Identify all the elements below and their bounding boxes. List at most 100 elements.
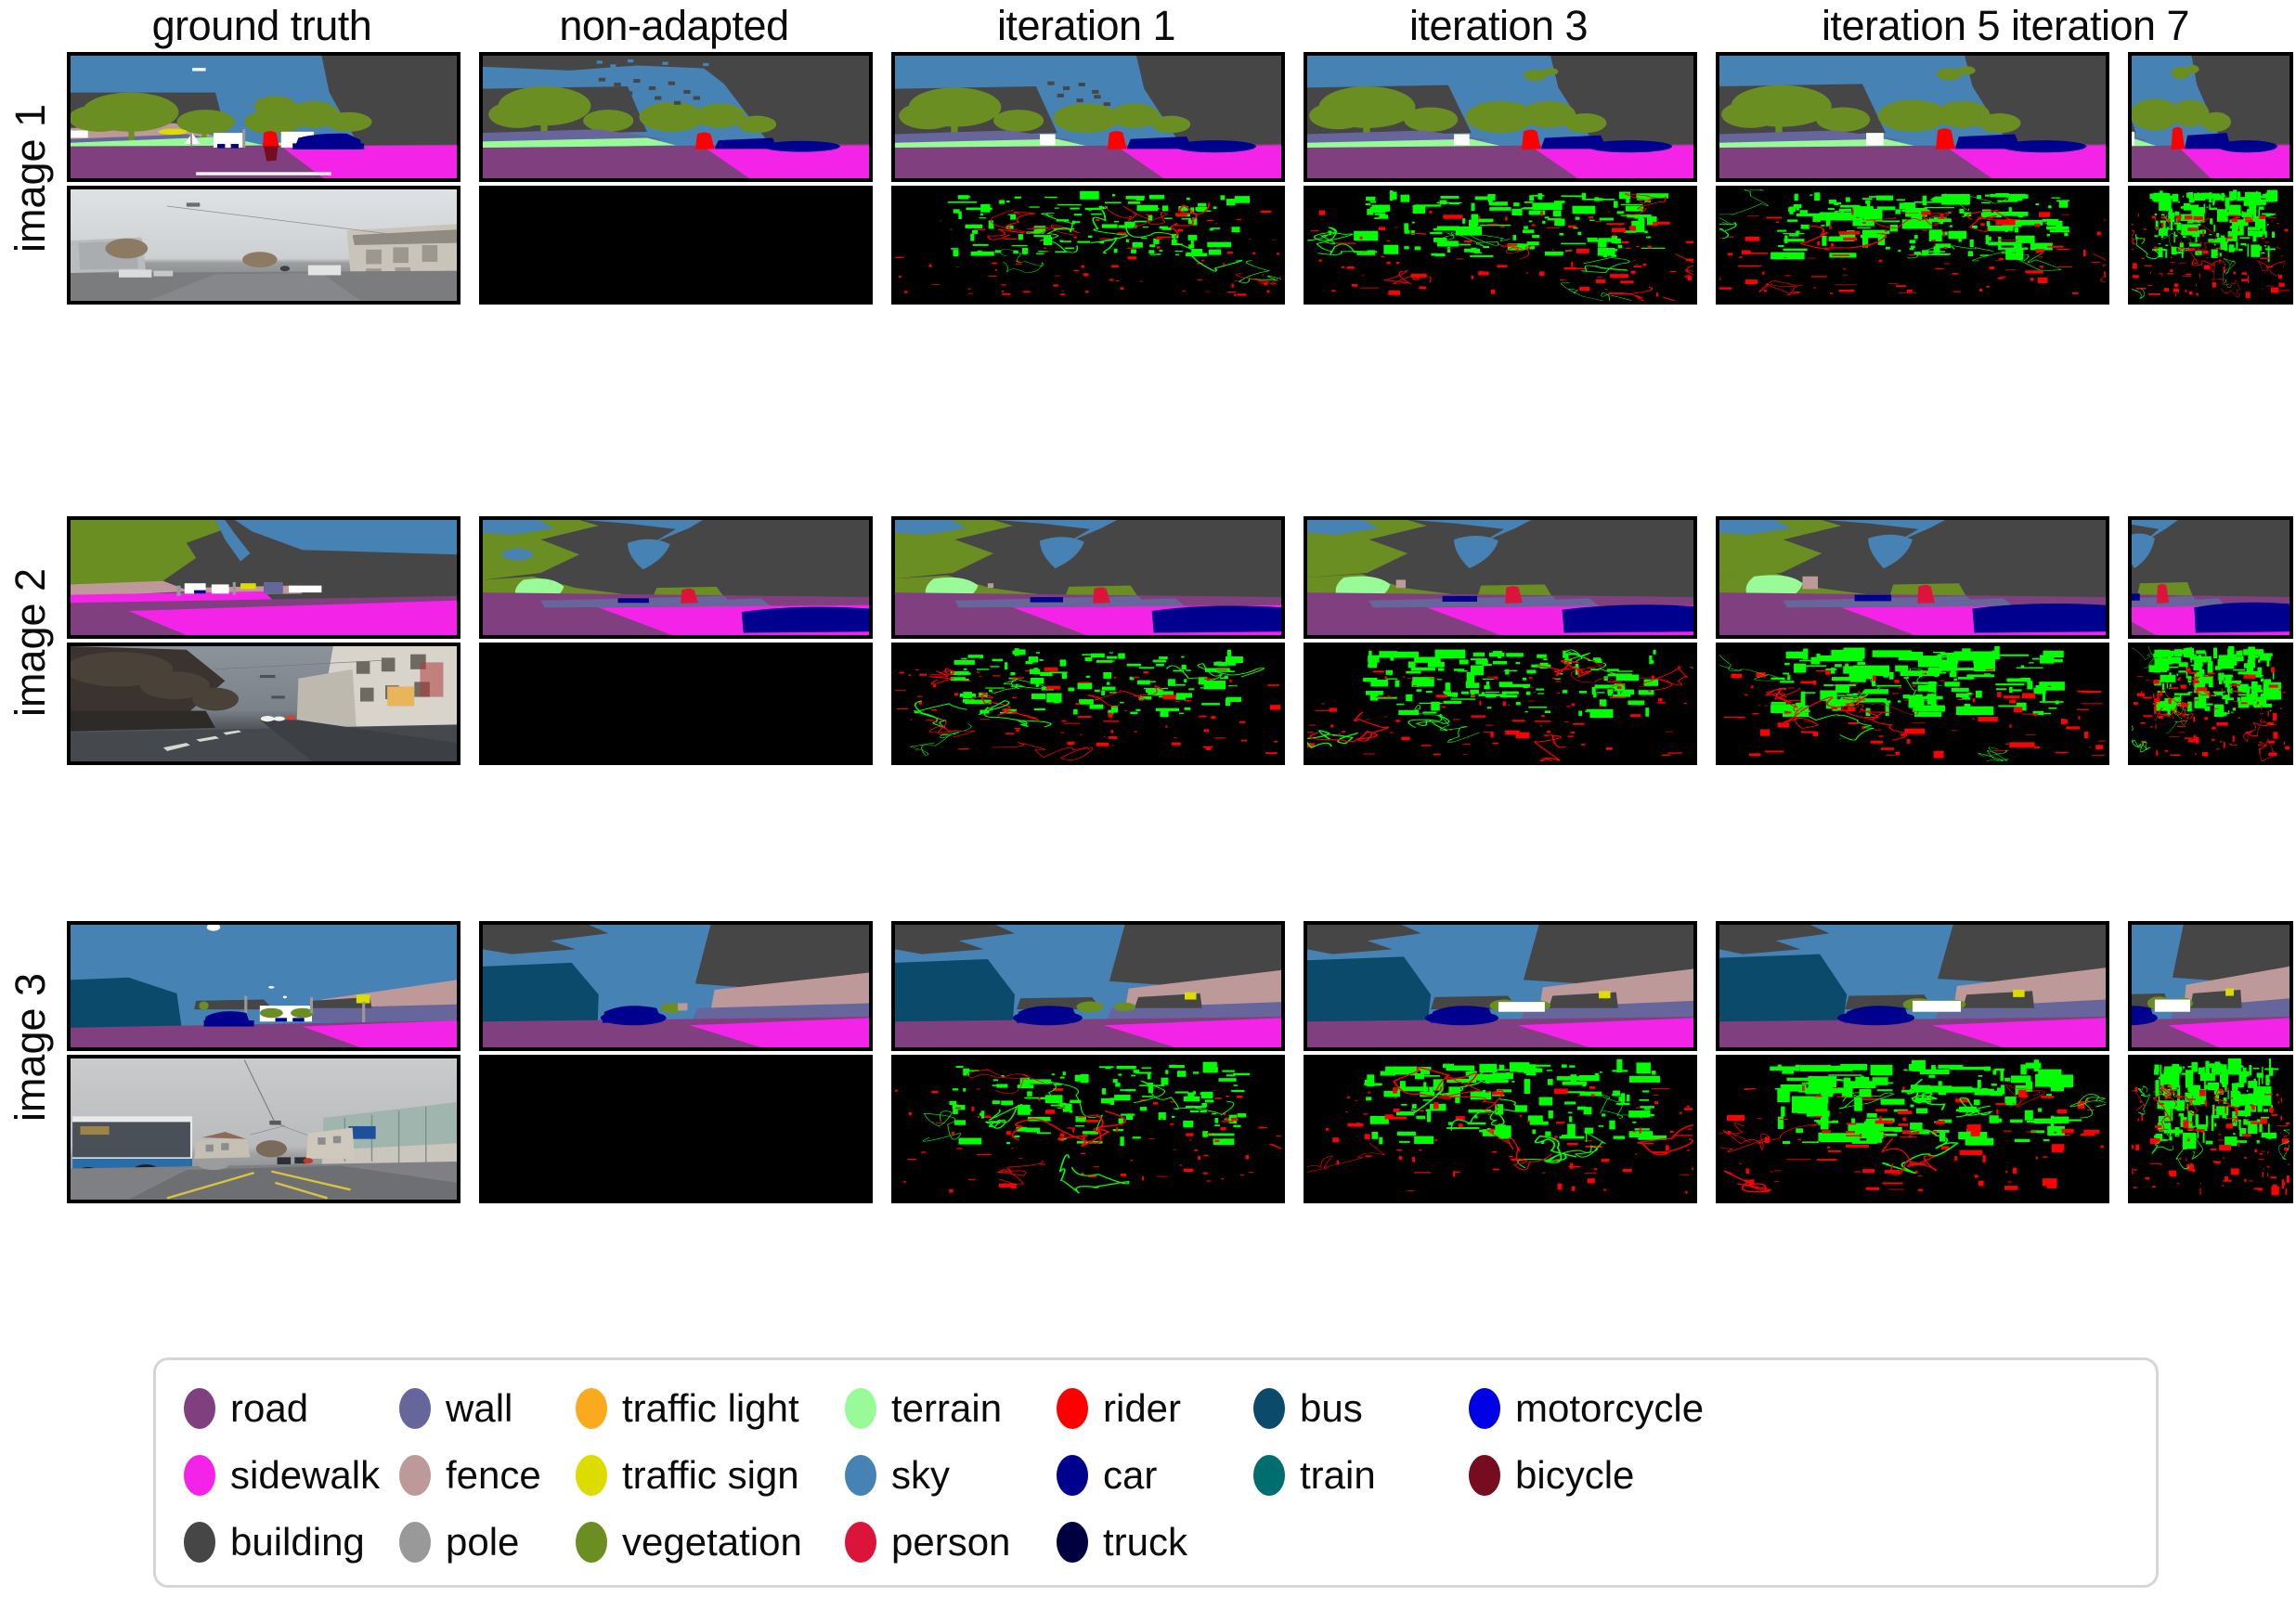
- legend-swatch-traffic-sign: [576, 1455, 607, 1496]
- panel-image2-errormap-iteration-5: [1716, 643, 2109, 765]
- legend-label-pole: pole: [446, 1520, 520, 1564]
- legend-swatch-pole: [399, 1522, 431, 1563]
- panel-image3-errormap-iteration-1: [891, 1055, 1285, 1203]
- legend-swatch-terrain: [845, 1388, 876, 1429]
- legend-swatch-bus: [1253, 1388, 1285, 1429]
- panel-image3-iteration-3: [1304, 921, 1697, 1051]
- panel-image2-errormap-non-adapted: [479, 643, 873, 765]
- legend-swatch-truck: [1057, 1522, 1088, 1563]
- panel-image3-errormap-iteration-7: [2128, 1055, 2293, 1203]
- panel-image1-errormap-iteration-5: [1716, 186, 2109, 305]
- panel-image1-iteration-1: [891, 52, 1285, 182]
- panel-image1-non-adapted: [479, 52, 873, 182]
- panel-image2-non-adapted: [479, 516, 873, 639]
- legend-item-sidewalk: sidewalk: [184, 1455, 399, 1496]
- legend-label-bicycle: bicycle: [1515, 1453, 1635, 1497]
- panel-image3-errormap-iteration-3: [1304, 1055, 1697, 1203]
- legend-label-person: person: [891, 1520, 1011, 1564]
- legend-label-sidewalk: sidewalk: [230, 1453, 381, 1497]
- legend-label-road: road: [230, 1386, 309, 1430]
- panel-image3-iteration-7: [2128, 921, 2293, 1051]
- legend-swatch-wall: [399, 1388, 431, 1429]
- row-label-image-2: image 2: [0, 516, 61, 769]
- legend-label-train: train: [1300, 1453, 1376, 1497]
- legend-item-road: road: [184, 1388, 399, 1429]
- panel-image3-ground-truth: [67, 921, 460, 1051]
- legend-label-fence: fence: [446, 1453, 541, 1497]
- legend-item-car: car: [1057, 1455, 1253, 1496]
- legend-item-sky: sky: [845, 1455, 1057, 1496]
- row-label-image-2-text: image 2: [6, 567, 54, 718]
- legend-label-motorcycle: motorcycle: [1515, 1386, 1705, 1430]
- legend-swatch-train: [1253, 1455, 1285, 1496]
- legend-item-building: building: [184, 1522, 399, 1563]
- panel-image3-iteration-5: [1716, 921, 2109, 1051]
- legend-grid: road wall traffic light terrain rider bus moto…: [184, 1375, 2143, 1576]
- legend-label-rider: rider: [1103, 1386, 1182, 1430]
- row-label-image-1-text: image 1: [6, 103, 54, 253]
- column-header-iteration-7: iteration 7: [2010, 2, 2190, 49]
- legend-item-wall: wall: [399, 1388, 576, 1429]
- legend-item-person: person: [845, 1522, 1057, 1563]
- legend-label-building: building: [230, 1520, 365, 1564]
- panel-image3-errormap-iteration-5: [1716, 1055, 2109, 1203]
- panel-image2-iteration-7: [2128, 516, 2293, 639]
- panel-image3-errormap-non-adapted: [479, 1055, 873, 1203]
- panel-image1-photo: [67, 186, 460, 305]
- panel-image1-errormap-iteration-7: [2128, 186, 2293, 305]
- panel-image1-errormap-iteration-1: [891, 186, 1285, 305]
- legend-label-vegetation: vegetation: [622, 1520, 802, 1564]
- legend-swatch-car: [1057, 1455, 1088, 1496]
- legend-item-bicycle: bicycle: [1469, 1455, 1747, 1496]
- column-header-non-adapted: non-adapted: [559, 2, 789, 49]
- legend-swatch-fence: [399, 1455, 431, 1496]
- legend-swatch-sidewalk: [184, 1455, 215, 1496]
- legend-label-bus: bus: [1300, 1386, 1363, 1430]
- legend-item-motorcycle: motorcycle: [1469, 1388, 1747, 1429]
- legend-swatch-motorcycle: [1469, 1388, 1500, 1429]
- legend-item-traffic-sign: traffic sign: [576, 1455, 845, 1496]
- legend-swatch-traffic-light: [576, 1388, 607, 1429]
- panel-image2-errormap-iteration-3: [1304, 643, 1697, 765]
- legend-item-pole: pole: [399, 1522, 576, 1563]
- legend-swatch-rider: [1057, 1388, 1088, 1429]
- panel-image1-iteration-5: [1716, 52, 2109, 182]
- legend-swatch-building: [184, 1522, 215, 1563]
- legend-item-bus: bus: [1253, 1388, 1469, 1429]
- panel-image1-errormap-non-adapted: [479, 186, 873, 305]
- row-label-image-3-text: image 3: [6, 972, 54, 1123]
- legend-label-car: car: [1103, 1453, 1158, 1497]
- panel-image2-ground-truth: [67, 516, 460, 639]
- panel-image2-errormap-iteration-7: [2128, 643, 2293, 765]
- legend-swatch-road: [184, 1388, 215, 1429]
- legend-swatch-person: [845, 1522, 876, 1563]
- legend-item-vegetation: vegetation: [576, 1522, 845, 1563]
- legend-item-fence: fence: [399, 1455, 576, 1496]
- panel-image1-iteration-3: [1304, 52, 1697, 182]
- panel-image2-photo: [67, 643, 460, 765]
- legend-item-traffic-light: traffic light: [576, 1388, 845, 1429]
- panel-image2-iteration-5: [1716, 516, 2109, 639]
- column-header-iteration-1: iteration 1: [996, 2, 1176, 49]
- panel-image3-photo: [67, 1055, 460, 1203]
- panel-image3-iteration-1: [891, 921, 1285, 1051]
- panel-image3-non-adapted: [479, 921, 873, 1051]
- legend-item-truck: truck: [1057, 1522, 1253, 1563]
- legend-label-sky: sky: [891, 1453, 950, 1497]
- legend-label-truck: truck: [1103, 1520, 1188, 1564]
- row-label-image-1: image 1: [0, 52, 61, 305]
- legend-swatch-sky: [845, 1455, 876, 1496]
- panel-image2-errormap-iteration-1: [891, 643, 1285, 765]
- legend-swatch-bicycle: [1469, 1455, 1500, 1496]
- row-label-image-3: image 3: [0, 921, 61, 1174]
- legend-item-rider: rider: [1057, 1388, 1253, 1429]
- legend-label-traffic-sign: traffic sign: [622, 1453, 799, 1497]
- panel-image1-iteration-7: [2128, 52, 2293, 182]
- legend-swatch-vegetation: [576, 1522, 607, 1563]
- panel-image1-errormap-iteration-3: [1304, 186, 1697, 305]
- legend-label-terrain: terrain: [891, 1386, 1003, 1430]
- panel-image1-ground-truth: [67, 52, 460, 182]
- legend-item-train: train: [1253, 1455, 1469, 1496]
- class-color-legend: road wall traffic light terrain rider bus moto…: [153, 1357, 2159, 1588]
- legend-label-traffic-light: traffic light: [622, 1386, 799, 1430]
